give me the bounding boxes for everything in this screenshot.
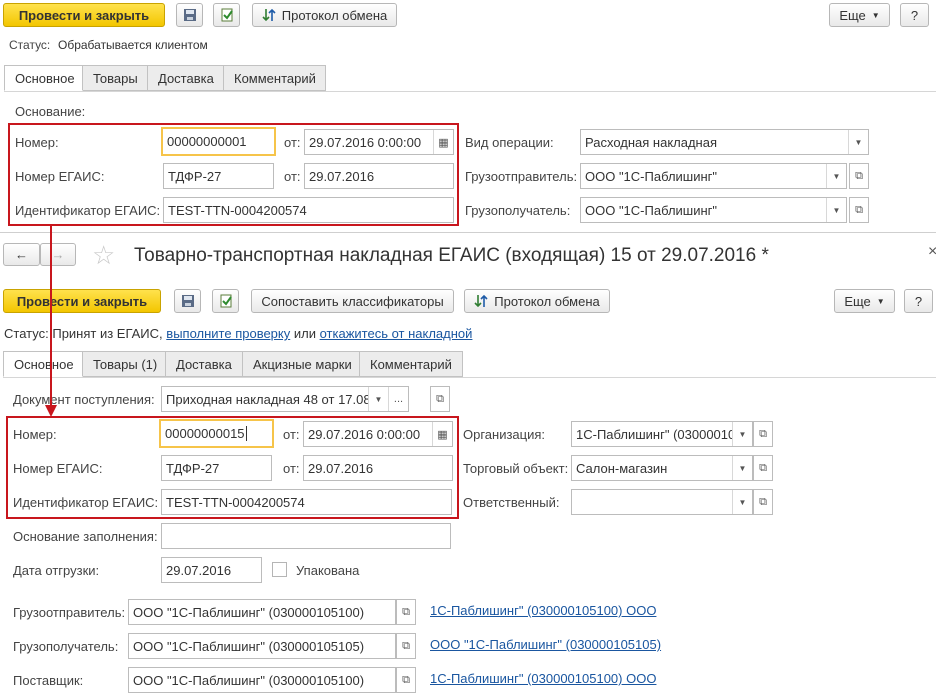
connector-arrow: [45, 225, 57, 417]
